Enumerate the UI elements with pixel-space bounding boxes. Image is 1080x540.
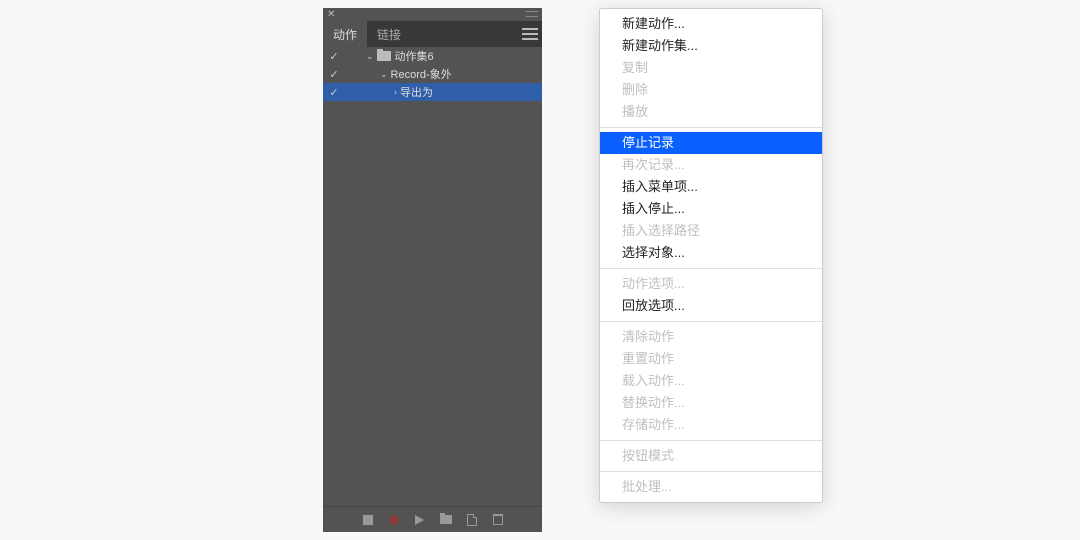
menu-separator: [600, 471, 822, 472]
menu-separator: [600, 127, 822, 128]
trash-icon: [493, 514, 503, 525]
newaction-button[interactable]: [466, 514, 478, 526]
panel-titlebar: ✕: [323, 8, 542, 21]
checkmark-icon[interactable]: ✓: [323, 86, 345, 99]
menu-item[interactable]: 回放选项...: [600, 295, 822, 317]
menu-item: 存储动作...: [600, 414, 822, 436]
newfolder-button[interactable]: [440, 514, 452, 526]
checkmark-icon[interactable]: ✓: [323, 50, 345, 63]
menu-item: 复制: [600, 57, 822, 79]
newfolder-icon: [440, 515, 452, 524]
panel-menu-button[interactable]: [522, 28, 538, 40]
checkmark-icon[interactable]: ✓: [323, 68, 345, 81]
menu-item: 重置动作: [600, 348, 822, 370]
tree-row[interactable]: ✓ ⌄Record-象外: [323, 65, 542, 83]
menu-item: 批处理...: [600, 476, 822, 498]
menu-item: 播放: [600, 101, 822, 123]
menu-item[interactable]: 新建动作集...: [600, 35, 822, 57]
panel-tabs: 动作链接: [323, 21, 542, 47]
actions-panel: ✕ 动作链接 ✓⌄动作集6✓⌄Record-象外✓›导出为: [323, 8, 542, 532]
tree-item-label: 导出为: [400, 84, 433, 100]
menu-item: 按钮模式: [600, 445, 822, 467]
record-button[interactable]: [388, 514, 400, 526]
menu-item[interactable]: 新建动作...: [600, 13, 822, 35]
menu-item[interactable]: 停止记录: [600, 132, 822, 154]
record-icon: [389, 515, 399, 525]
chevron-down-icon[interactable]: ⌄: [377, 69, 391, 80]
menu-item[interactable]: 插入停止...: [600, 198, 822, 220]
chevron-right-icon[interactable]: ›: [391, 87, 400, 97]
menu-separator: [600, 268, 822, 269]
menu-separator: [600, 321, 822, 322]
menu-item: 插入选择路径: [600, 220, 822, 242]
menu-item[interactable]: 选择对象...: [600, 242, 822, 264]
tree-row[interactable]: ✓ ›导出为: [323, 83, 542, 101]
menu-item: 再次记录...: [600, 154, 822, 176]
tab-1[interactable]: 链接: [367, 21, 411, 47]
menu-item[interactable]: 插入菜单项...: [600, 176, 822, 198]
tree-item-label: Record-象外: [391, 66, 452, 82]
menu-item: 清除动作: [600, 326, 822, 348]
menu-item: 动作选项...: [600, 273, 822, 295]
tab-0[interactable]: 动作: [323, 21, 367, 47]
close-icon[interactable]: ✕: [327, 9, 335, 20]
action-tree: ✓⌄动作集6✓⌄Record-象外✓›导出为: [323, 47, 542, 506]
panel-footer: [323, 506, 542, 532]
trash-button[interactable]: [492, 514, 504, 526]
menu-item: 载入动作...: [600, 370, 822, 392]
menu-item: 替换动作...: [600, 392, 822, 414]
menu-separator: [600, 440, 822, 441]
play-icon: [415, 515, 424, 525]
panel-flyout-menu: 新建动作...新建动作集...复制删除播放停止记录再次记录...插入菜单项...…: [599, 8, 823, 503]
grip-icon[interactable]: [526, 11, 538, 17]
newaction-icon: [467, 514, 477, 526]
stop-icon: [363, 515, 373, 525]
tree-item-label: 动作集6: [395, 48, 434, 64]
chevron-down-icon[interactable]: ⌄: [363, 51, 377, 62]
tree-row[interactable]: ✓ ⌄ 动作集6: [323, 47, 542, 65]
play-button[interactable]: [414, 514, 426, 526]
stop-button[interactable]: [362, 514, 374, 526]
folder-icon: [377, 51, 391, 61]
menu-item: 删除: [600, 79, 822, 101]
